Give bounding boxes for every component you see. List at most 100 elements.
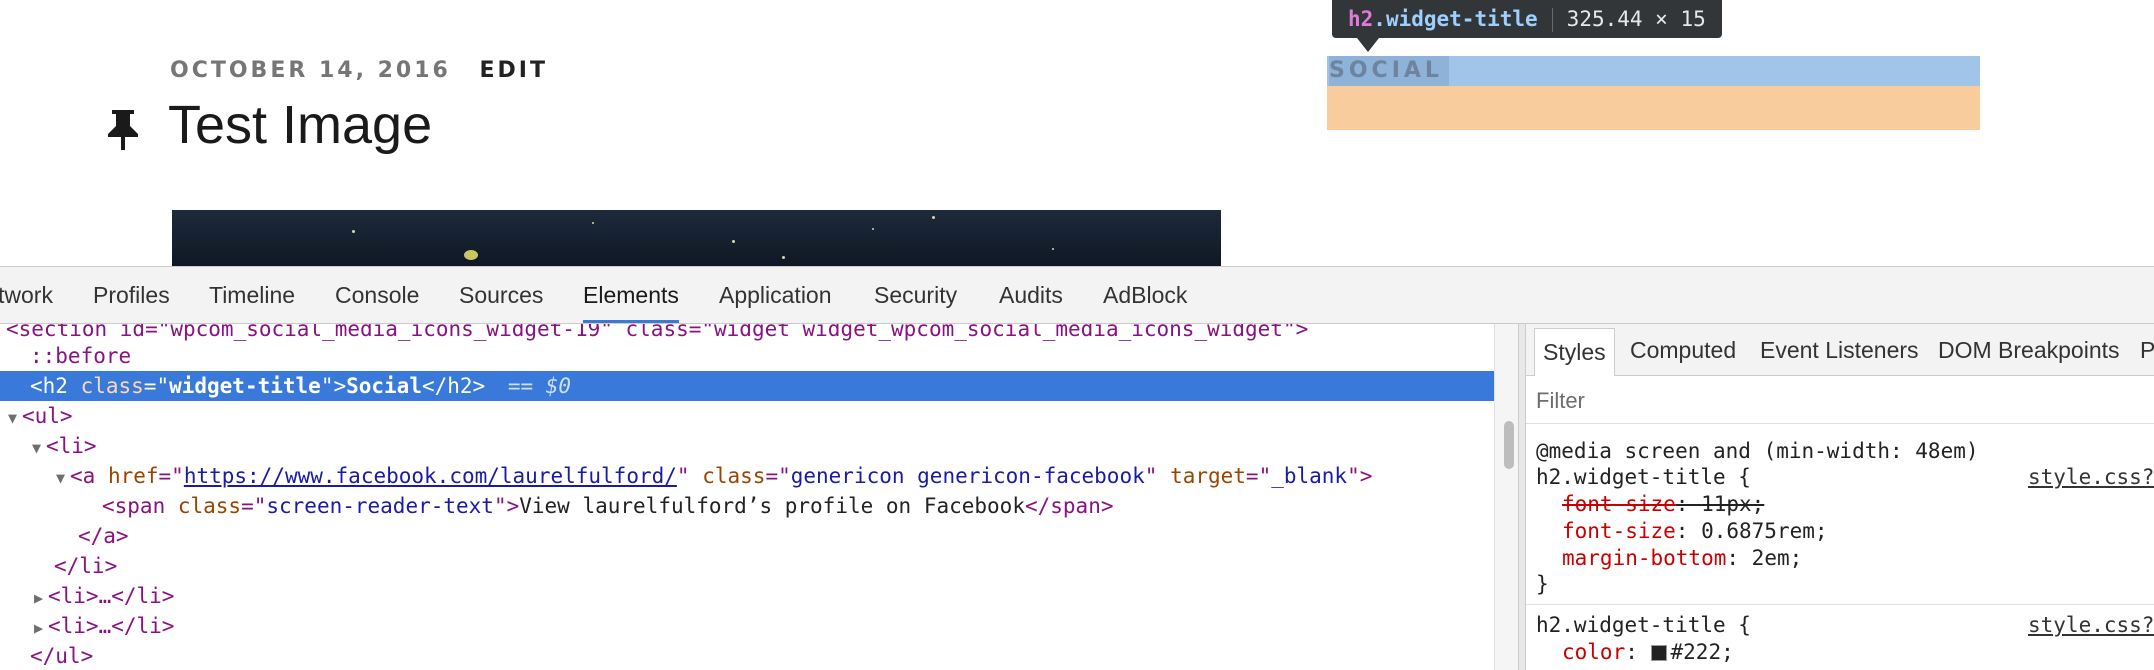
dom-ul-open: <ul> <box>22 404 73 428</box>
tab-profiles[interactable]: Profiles <box>93 267 170 323</box>
rule1-decl-active[interactable]: font-size: 0.6875rem; <box>1562 517 1828 545</box>
dom-li-close: </li> <box>54 554 118 578</box>
dom-a-href-attr: href <box>107 464 159 488</box>
tab-timeline[interactable]: Timeline <box>209 267 295 323</box>
dom-node-before[interactable]: ::before <box>30 341 1494 371</box>
dom-a-close: </a> <box>78 524 129 548</box>
dom-a-target-value: _blank <box>1271 464 1348 488</box>
tab-network[interactable]: twork <box>0 267 53 323</box>
dom-a-open: <a <box>70 464 108 488</box>
tab-security[interactable]: Security <box>874 267 957 323</box>
dom-span-class-attr: class <box>177 494 242 518</box>
rule2-selector-line[interactable]: h2.widget-title { style.css? <box>1536 611 2154 639</box>
rule1-media: @media screen and (min-width: 48em) <box>1536 439 1979 463</box>
dom-h2-closeq: "> <box>320 374 347 398</box>
tab-elements[interactable]: Elements <box>583 267 679 323</box>
dom-node-li-close[interactable]: </li> <box>54 551 1494 581</box>
dom-h2-end: </h2> <box>421 374 486 398</box>
rule-media-query: @media screen and (min-width: 48em) <box>1536 437 1979 465</box>
expand-arrow-icon[interactable]: ▼ <box>32 433 46 463</box>
styles-sidebar: Styles Computed Event Listeners DOM Brea… <box>1526 324 2154 670</box>
rule1-decl1-prop[interactable]: font-size <box>1562 492 1676 516</box>
rule1-decl2-value[interactable]: 0.6875rem; <box>1701 519 1827 543</box>
dom-h2-eq: =" <box>143 374 170 398</box>
rule2-decl1-prop[interactable]: color <box>1562 640 1625 664</box>
rule1-decl2-prop[interactable]: font-size <box>1562 519 1676 543</box>
dom-tree: <section id="wpcom_social_media_icons_wi… <box>0 324 1494 670</box>
dom-a-class-attr: class <box>702 464 766 488</box>
dom-node-a-close[interactable]: </a> <box>78 521 1494 551</box>
dom-selected-marker: == $0 <box>507 374 572 398</box>
widget-title: SOCIAL <box>1329 56 1449 86</box>
dom-span-text: View laurelfulford’s profile on Facebook <box>519 494 1025 518</box>
rule1-source-link[interactable]: style.css? <box>2028 463 2154 491</box>
rule-separator <box>1526 604 2154 605</box>
rule1-decl-margin[interactable]: margin-bottom: 2em; <box>1562 544 1802 572</box>
tooltip-separator <box>1551 8 1553 32</box>
dom-node-a[interactable]: ▼ <a href="https://www.facebook.com/laure… <box>56 461 1494 491</box>
rule1-decl1-value[interactable]: 11px; <box>1701 492 1764 516</box>
dom-span-open: <span <box>102 494 178 518</box>
devtools-panel: twork Profiles Timeline Console Sources … <box>0 266 2154 670</box>
dom-a-class-value: genericon genericon-facebook <box>790 464 1145 488</box>
dom-h2-value: widget-title <box>169 374 321 398</box>
rule1-close-brace: } <box>1536 572 1549 596</box>
expand-arrow-icon[interactable]: ▼ <box>8 403 22 433</box>
subtab-event-listeners[interactable]: Event Listeners <box>1760 324 1919 376</box>
dom-li-collapsed: <li>…</li> <box>48 614 175 638</box>
post-featured-image <box>172 210 1221 266</box>
dom-node-ul-close[interactable]: </ul> <box>30 641 1494 670</box>
post-title[interactable]: Test Image <box>168 94 432 156</box>
styles-filter-input[interactable] <box>1536 386 2136 416</box>
tab-audits[interactable]: Audits <box>999 267 1063 323</box>
rule1-decl3-prop[interactable]: margin-bottom <box>1562 546 1726 570</box>
dom-li-collapsed: <li>…</li> <box>48 584 175 608</box>
subtab-computed[interactable]: Computed <box>1630 324 1736 376</box>
page-preview: OCTOBER 14, 2016 EDIT Test Image SOCIAL … <box>0 0 2154 266</box>
subtab-styles[interactable]: Styles <box>1534 328 1615 376</box>
dom-node-li-collapsed-1[interactable]: ▶ <li>…</li> <box>34 581 1494 611</box>
collapse-arrow-icon[interactable]: ▶ <box>34 583 48 613</box>
dom-node-ul[interactable]: ▼ <ul> <box>8 401 1494 431</box>
tooltip-tag: h2 <box>1348 7 1374 31</box>
rule1-decl3-value[interactable]: 2em; <box>1752 546 1803 570</box>
rule1-selector-line[interactable]: h2.widget-title { style.css? <box>1536 463 2154 491</box>
subtab-dom-breakpoints[interactable]: DOM Breakpoints <box>1938 324 2120 376</box>
edit-link[interactable]: EDIT <box>480 58 548 83</box>
rule2-decl-color[interactable]: color: #222; <box>1562 638 1734 666</box>
dom-node-li[interactable]: ▼ <li> <box>32 431 1494 461</box>
color-swatch-icon[interactable] <box>1650 645 1667 661</box>
tab-console[interactable]: Console <box>335 267 419 323</box>
dom-h2-open: <h2 <box>30 374 81 398</box>
dom-node-span[interactable]: <span class="screen-reader-text">View la… <box>102 491 1494 521</box>
dom-scrollbar[interactable] <box>1494 324 1518 670</box>
rule1-decl-overridden[interactable]: font-size: 11px; <box>1562 490 1764 518</box>
post-meta: OCTOBER 14, 2016 EDIT <box>170 58 548 83</box>
tab-sources[interactable]: Sources <box>459 267 543 323</box>
rule1-selector[interactable]: h2.widget-title { <box>1536 465 1751 489</box>
collapse-arrow-icon[interactable]: ▶ <box>34 613 48 643</box>
tab-adblock[interactable]: AdBlock <box>1103 267 1187 323</box>
panel-splitter[interactable] <box>1518 324 1526 670</box>
expand-arrow-icon[interactable]: ▼ <box>56 463 70 493</box>
inspector-tooltip: h2.widget-title 325.44 × 15 <box>1332 0 1722 38</box>
devtools-tabbar: twork Profiles Timeline Console Sources … <box>0 267 2154 324</box>
pushpin-icon <box>108 110 138 150</box>
subtab-properties[interactable]: P <box>2140 324 2154 376</box>
highlight-margin-box <box>1327 86 1980 130</box>
dom-section-source: <section id="wpcom_social_media_icons_wi… <box>6 324 1309 341</box>
sidebar-tabbar: Styles Computed Event Listeners DOM Brea… <box>1526 324 2154 376</box>
rule2-decl1-value[interactable]: #222; <box>1671 640 1734 664</box>
dom-scrollbar-thumb[interactable] <box>1504 421 1514 469</box>
tab-application[interactable]: Application <box>719 267 832 323</box>
rule2-selector[interactable]: h2.widget-title { <box>1536 613 1751 637</box>
dom-span-class-value: screen-reader-text <box>266 494 494 518</box>
rule2-source-link[interactable]: style.css? <box>2028 611 2154 639</box>
dom-span-close: </span> <box>1024 494 1114 518</box>
post-date-link[interactable]: OCTOBER 14, 2016 <box>170 58 451 83</box>
dom-node-li-collapsed-2[interactable]: ▶ <li>…</li> <box>34 611 1494 641</box>
dom-a-href-link[interactable]: https://www.facebook.com/laurelfulford/ <box>184 464 677 488</box>
dom-node-h2-selected[interactable]: <h2 class="widget-title">Social</h2> == … <box>0 371 1494 401</box>
rule1-close: } <box>1536 570 1549 598</box>
tooltip-arrow <box>1357 38 1379 52</box>
